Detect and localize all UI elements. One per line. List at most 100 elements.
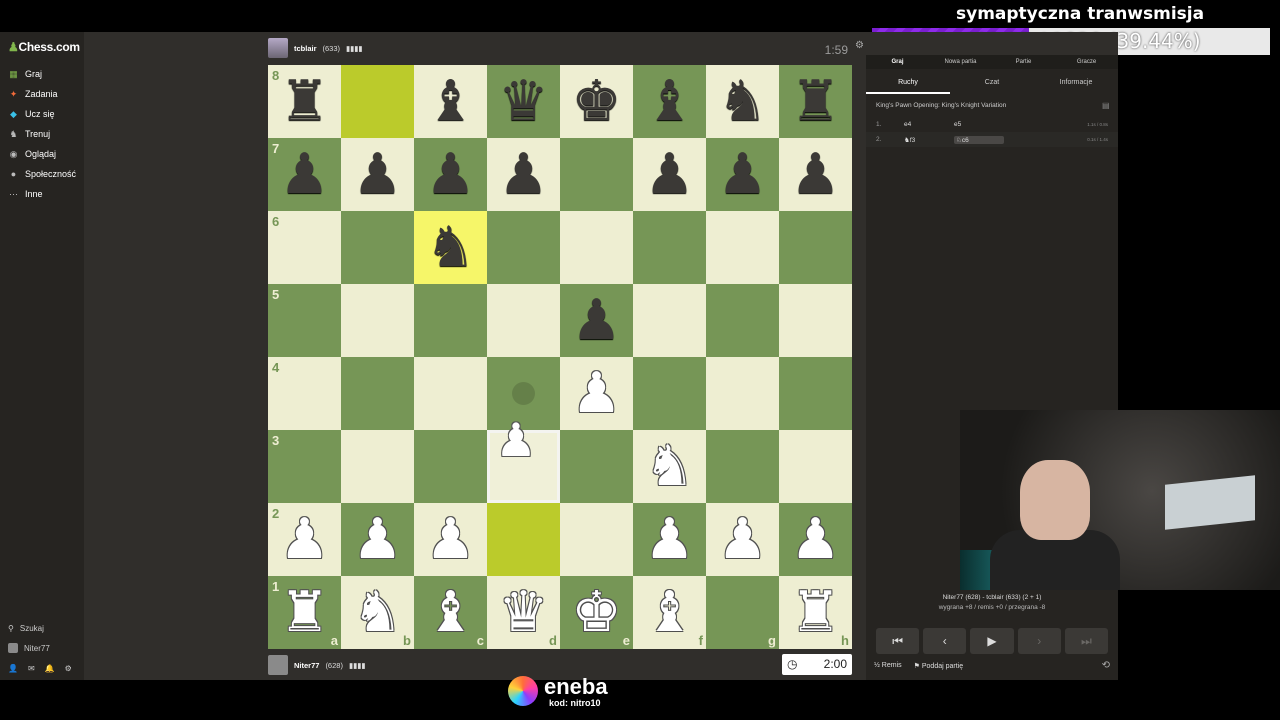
square-g8[interactable]: ♞ [706, 65, 779, 138]
white-knight[interactable]: ♞ [633, 430, 706, 503]
square-a2[interactable]: 2 ♟ [268, 503, 341, 576]
first-move-button[interactable]: ⏮ [876, 628, 920, 654]
square-g5[interactable] [706, 284, 779, 357]
black-rook[interactable]: ♜ [779, 65, 852, 138]
top-player-avatar[interactable] [268, 38, 288, 58]
sub-tab-0[interactable]: Ruchy [866, 72, 950, 94]
move-white[interactable]: ♞f3 [904, 136, 954, 144]
search-link[interactable]: ⚲ Szukaj [8, 624, 44, 633]
white-pawn[interactable]: ♟ [341, 503, 414, 576]
square-c6[interactable]: ♞ [414, 211, 487, 284]
square-f6[interactable] [633, 211, 706, 284]
move-black[interactable]: e5 [954, 121, 1004, 128]
black-pawn[interactable]: ♟ [779, 138, 852, 211]
square-d2[interactable] [487, 503, 560, 576]
square-c4[interactable] [414, 357, 487, 430]
square-h3[interactable] [779, 430, 852, 503]
white-knight[interactable]: ♞ [341, 576, 414, 649]
square-h7[interactable]: ♟ [779, 138, 852, 211]
bell-icon[interactable]: 🔔 [45, 664, 55, 673]
square-d5[interactable] [487, 284, 560, 357]
black-rook[interactable]: ♜ [268, 65, 341, 138]
next-move-button[interactable]: › [1017, 628, 1061, 654]
sidebar-item-0[interactable]: ▦ Graj [8, 67, 42, 81]
white-king[interactable]: ♚ [560, 576, 633, 649]
white-rook[interactable]: ♜ [779, 576, 852, 649]
black-pawn[interactable]: ♟ [414, 138, 487, 211]
sidebar-item-6[interactable]: ⋯ Inne [8, 187, 43, 201]
bottom-player-name[interactable]: Niter77 [294, 661, 319, 670]
square-c1[interactable]: c ♝ [414, 576, 487, 649]
black-king[interactable]: ♚ [560, 65, 633, 138]
square-c2[interactable]: ♟ [414, 503, 487, 576]
legal-move-dot[interactable] [512, 382, 535, 405]
sub-tab-2[interactable]: Informacje [1034, 72, 1118, 94]
last-move-button[interactable]: ⏭ [1064, 628, 1109, 654]
top-tab-0[interactable]: Graj [866, 55, 929, 69]
bottom-player-avatar[interactable] [268, 655, 288, 675]
board-settings-icon[interactable]: ⚙ [855, 40, 864, 51]
move-white[interactable]: e4 [904, 121, 954, 128]
top-tab-2[interactable]: Partie [992, 55, 1055, 69]
square-b4[interactable] [341, 357, 414, 430]
white-pawn[interactable]: ♟ [268, 503, 341, 576]
square-d1[interactable]: d ♛ [487, 576, 560, 649]
square-a1[interactable]: 1 a ♜ [268, 576, 341, 649]
square-e4[interactable]: ♟ [560, 357, 633, 430]
square-b6[interactable] [341, 211, 414, 284]
black-knight[interactable]: ♞ [414, 211, 487, 284]
white-queen[interactable]: ♛ [487, 576, 560, 649]
square-f3[interactable]: ♞ [633, 430, 706, 503]
white-bishop[interactable]: ♝ [633, 576, 706, 649]
square-b7[interactable]: ♟ [341, 138, 414, 211]
prev-move-button[interactable]: ‹ [923, 628, 967, 654]
square-a7[interactable]: 7 ♟ [268, 138, 341, 211]
square-f7[interactable]: ♟ [633, 138, 706, 211]
black-knight[interactable]: ♞ [706, 65, 779, 138]
square-b3[interactable] [341, 430, 414, 503]
square-h4[interactable] [779, 357, 852, 430]
square-a8[interactable]: 8 ♜ [268, 65, 341, 138]
sidebar-item-2[interactable]: ◆ Ucz się [8, 107, 54, 121]
black-bishop[interactable]: ♝ [414, 65, 487, 138]
square-e5[interactable]: ♟ [560, 284, 633, 357]
black-pawn[interactable]: ♟ [268, 138, 341, 211]
square-g7[interactable]: ♟ [706, 138, 779, 211]
black-queen[interactable]: ♛ [487, 65, 560, 138]
move-black[interactable]: ♘c6 [954, 135, 1004, 144]
sub-tab-1[interactable]: Czat [950, 72, 1034, 94]
white-pawn[interactable]: ♟ [414, 503, 487, 576]
white-pawn[interactable]: ♟ [706, 503, 779, 576]
top-player-name[interactable]: tcblair [294, 44, 317, 53]
square-f5[interactable] [633, 284, 706, 357]
square-a5[interactable]: 5 [268, 284, 341, 357]
square-d7[interactable]: ♟ [487, 138, 560, 211]
sidebar-item-4[interactable]: ◉ Oglądaj [8, 147, 56, 161]
square-h5[interactable] [779, 284, 852, 357]
white-pawn[interactable]: ♟ [633, 503, 706, 576]
square-g1[interactable]: g [706, 576, 779, 649]
black-pawn[interactable]: ♟ [487, 138, 560, 211]
square-h1[interactable]: h ♜ [779, 576, 852, 649]
draw-button[interactable]: ½ Remis [874, 662, 902, 669]
sidebar-item-5[interactable]: ● Społeczność [8, 167, 76, 181]
square-e2[interactable] [560, 503, 633, 576]
black-pawn[interactable]: ♟ [633, 138, 706, 211]
sidebar-item-1[interactable]: ✦ Zadania [8, 87, 58, 101]
black-pawn[interactable]: ♟ [560, 284, 633, 357]
square-c7[interactable]: ♟ [414, 138, 487, 211]
black-pawn[interactable]: ♟ [341, 138, 414, 211]
black-bishop[interactable]: ♝ [633, 65, 706, 138]
square-f8[interactable]: ♝ [633, 65, 706, 138]
chess-board[interactable]: 8 ♜ ♝ ♛ ♚ ♝ ♞ ♜ 7 ♟ ♟ ♟ ♟ ♟ ♟ ♟ 6 ♞ 5 ♟ 4 ♟ 3 ♞ 2 ♟ ♟ ♟ ♟ ♟ ♟ 1 a ♜ b ♞ c ♝ d ♛… [268, 65, 852, 649]
flip-board-icon[interactable]: ⟲ [1102, 660, 1110, 671]
chess-logo[interactable]: ♟Chess.com [8, 40, 80, 54]
top-tab-3[interactable]: Gracze [1055, 55, 1118, 69]
square-b1[interactable]: b ♞ [341, 576, 414, 649]
square-c3[interactable] [414, 430, 487, 503]
square-a4[interactable]: 4 [268, 357, 341, 430]
square-e7[interactable] [560, 138, 633, 211]
square-e6[interactable] [560, 211, 633, 284]
square-h6[interactable] [779, 211, 852, 284]
square-f1[interactable]: f ♝ [633, 576, 706, 649]
